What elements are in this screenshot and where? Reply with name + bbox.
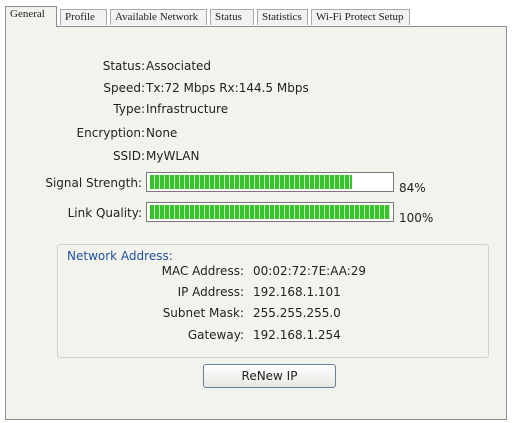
signal-strength-bar <box>146 172 394 192</box>
link-quality-label: Link Quality: <box>67 206 142 220</box>
mac-address-value: 00:02:72:7E:AA:29 <box>253 264 367 278</box>
tab-bar: General Profile Available Network Status… <box>5 6 507 27</box>
type-label: Type: <box>113 102 145 116</box>
speed-label: Speed: <box>103 81 145 95</box>
tab-available-network[interactable]: Available Network <box>110 9 207 25</box>
tab-status[interactable]: Status <box>210 9 254 25</box>
signal-strength-percent: 84% <box>399 181 426 195</box>
encryption-label: Encryption: <box>76 126 145 140</box>
tab-statistics[interactable]: Statistics <box>257 9 308 25</box>
status-label: Status: <box>102 59 145 73</box>
gateway-label: Gateway: <box>187 328 244 342</box>
ssid-label: SSID: <box>112 149 145 163</box>
signal-strength-fill <box>150 175 352 189</box>
tab-profile[interactable]: Profile <box>60 9 107 25</box>
network-address-title: Network Address: <box>65 249 175 263</box>
ip-address-label: IP Address: <box>177 285 244 299</box>
renew-ip-button[interactable]: ReNew IP <box>203 364 336 388</box>
signal-strength-label: Signal Strength: <box>45 176 142 190</box>
ip-address-value: 192.168.1.101 <box>253 285 341 299</box>
encryption-value: None <box>146 126 178 140</box>
link-quality-percent: 100% <box>399 211 434 225</box>
tab-general[interactable]: General <box>5 6 57 27</box>
tab-wifi-protect-setup[interactable]: Wi-Fi Protect Setup <box>311 9 410 25</box>
wireless-utility-window: General Profile Available Network Status… <box>5 6 507 420</box>
link-quality-fill <box>150 205 390 219</box>
ssid-value: MyWLAN <box>146 149 200 163</box>
mac-address-label: MAC Address: <box>161 264 244 278</box>
type-value: Infrastructure <box>146 102 229 116</box>
speed-value: Tx:72 Mbps Rx:144.5 Mbps <box>146 81 309 95</box>
general-panel: Status: Associated Speed: Tx:72 Mbps Rx:… <box>5 26 507 420</box>
status-value: Associated <box>146 59 212 73</box>
gateway-value: 192.168.1.254 <box>253 328 341 342</box>
subnet-mask-value: 255.255.255.0 <box>253 306 341 320</box>
link-quality-bar <box>146 202 394 222</box>
subnet-mask-label: Subnet Mask: <box>162 306 244 320</box>
